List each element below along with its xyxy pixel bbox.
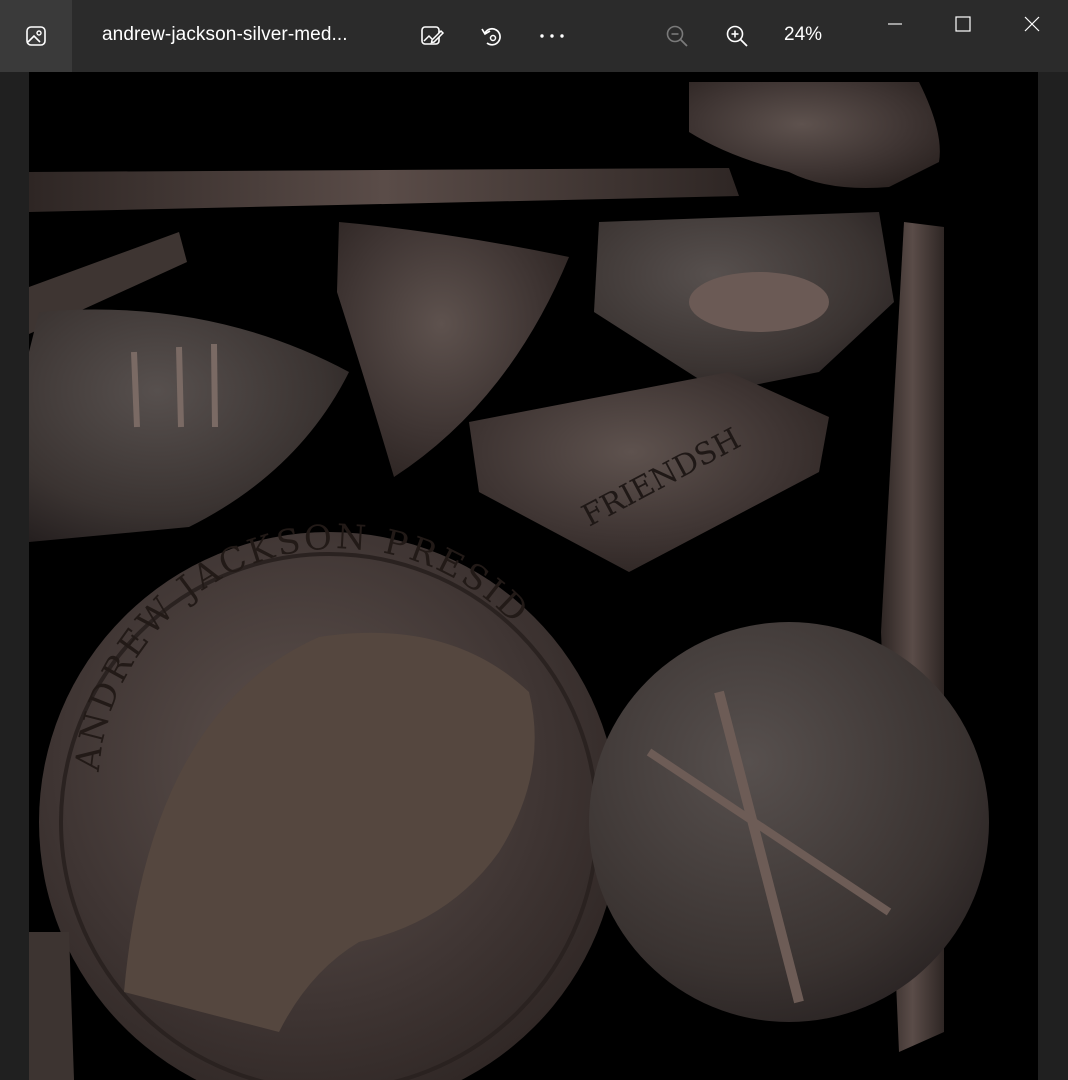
edit-image-icon[interactable]	[414, 18, 450, 54]
more-options-icon[interactable]	[534, 18, 570, 54]
zoom-in-icon[interactable]	[719, 18, 755, 54]
close-icon[interactable]	[998, 0, 1066, 48]
rim-strip	[29, 168, 739, 212]
photos-app-icon[interactable]	[0, 0, 72, 72]
coin-fragment	[29, 309, 349, 542]
title-bar: andrew-jackson-silver-med... 24%	[0, 0, 1068, 72]
zoom-level[interactable]: 24%	[784, 24, 822, 46]
medal-texture-image: FRIENDSH ANDREW JACKSON PRESID	[29, 72, 1038, 1080]
minimize-icon[interactable]	[861, 0, 929, 48]
file-name-title: andrew-jackson-silver-med...	[102, 24, 348, 45]
image-viewport[interactable]: FRIENDSH ANDREW JACKSON PRESID	[0, 72, 1068, 1080]
maximize-icon[interactable]	[929, 0, 997, 48]
rotate-icon[interactable]	[474, 18, 510, 54]
rim-strip	[29, 932, 74, 1080]
zoom-out-icon[interactable]	[659, 18, 695, 54]
hands-detail	[689, 272, 829, 332]
